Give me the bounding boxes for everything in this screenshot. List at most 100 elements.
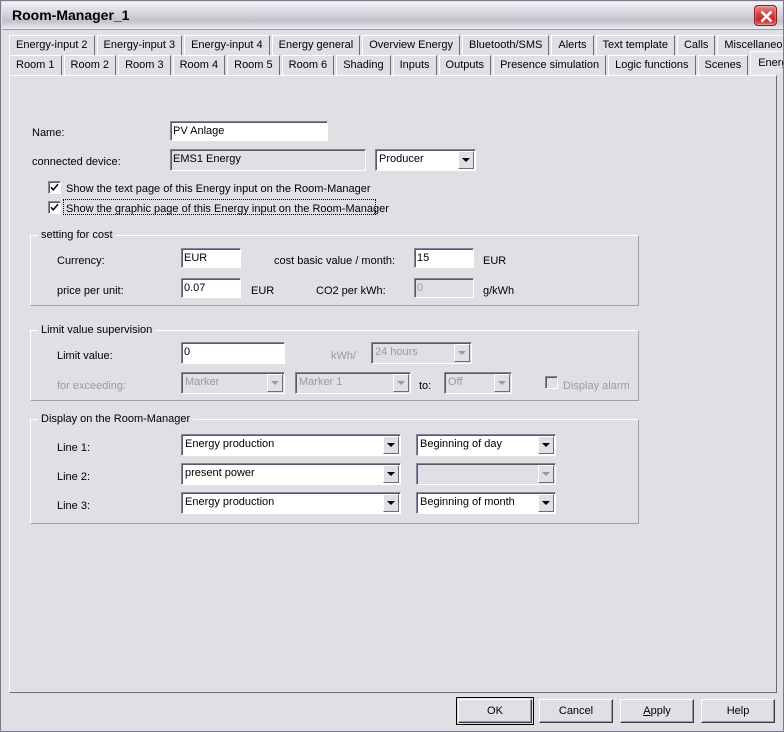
- group-limit-value-supervision-title: Limit value supervision: [38, 324, 156, 337]
- checkbox-show-graphic-page[interactable]: [48, 201, 61, 214]
- limit-period-dropdown: 24 hours: [371, 342, 472, 364]
- exceeding-target-value: Marker: [185, 376, 220, 388]
- cost-basic-value-unit: EUR: [483, 255, 507, 267]
- tab-overview-energy[interactable]: Overview Energy: [362, 35, 461, 55]
- tab-inputs[interactable]: Inputs: [392, 55, 437, 75]
- line-2-period-dropdown: [416, 463, 556, 485]
- price-per-unit-input[interactable]: 0.07: [181, 278, 241, 298]
- line-1-label: Line 1:: [57, 442, 91, 454]
- currency-label: Currency:: [57, 255, 105, 267]
- tab-calls[interactable]: Calls: [676, 35, 716, 55]
- tab-room-4[interactable]: Room 4: [172, 55, 226, 75]
- line-1-source-value: Energy production: [185, 438, 275, 450]
- tab-energy-input-2[interactable]: Energy-input 2: [9, 35, 95, 55]
- tab-room-3[interactable]: Room 3: [118, 55, 171, 75]
- currency-input[interactable]: EUR: [181, 248, 241, 268]
- tab-energy-input-4[interactable]: Energy-input 4: [184, 35, 270, 55]
- name-input[interactable]: PV Anlage: [170, 121, 328, 141]
- chevron-down-icon[interactable]: [538, 436, 554, 454]
- line-1-period-dropdown[interactable]: Beginning of day: [416, 434, 556, 456]
- line-3-source-dropdown[interactable]: Energy production: [181, 492, 401, 514]
- line-2-source-value: present power: [185, 467, 255, 479]
- line-2-source-dropdown[interactable]: present power: [181, 463, 401, 485]
- checkbox-show-text-page[interactable]: [48, 181, 61, 194]
- window-title: Room-Manager_1: [12, 7, 130, 23]
- close-icon[interactable]: [754, 5, 777, 26]
- tab-row-upper: Energy-input 2 Energy-input 3 Energy-inp…: [9, 35, 783, 55]
- chevron-down-icon: [393, 374, 409, 392]
- help-button[interactable]: Help: [701, 699, 775, 723]
- price-per-unit-label: price per unit:: [57, 285, 124, 297]
- checkbox-show-text-page-label[interactable]: Show the text page of this Energy input …: [66, 182, 371, 196]
- chevron-down-icon[interactable]: [458, 151, 474, 169]
- tab-room-5[interactable]: Room 5: [227, 55, 280, 75]
- limit-value-input[interactable]: 0: [181, 342, 285, 364]
- cancel-button[interactable]: Cancel: [539, 699, 613, 723]
- connected-device-label: connected device:: [32, 156, 121, 168]
- checkbox-show-graphic-page-label[interactable]: Show the graphic page of this Energy inp…: [66, 202, 389, 216]
- tab-shading[interactable]: Shading: [336, 55, 391, 75]
- group-display-on-room-manager: Display on the Room-Manager Line 1: Ener…: [30, 413, 639, 524]
- tab-row-lower: Room 1 Room 2 Room 3 Room 4 Room 5 Room …: [9, 51, 783, 75]
- co2-per-kwh-label: CO2 per kWh:: [316, 285, 386, 297]
- checkbox-display-alarm: [545, 376, 558, 389]
- kwh-per-label: kWh/: [331, 350, 357, 362]
- ok-button[interactable]: OK: [456, 697, 534, 725]
- tab-alerts[interactable]: Alerts: [551, 35, 594, 55]
- tab-energy-input-3[interactable]: Energy-input 3: [96, 35, 183, 55]
- group-setting-for-cost: setting for cost Currency: EUR cost basi…: [30, 229, 639, 306]
- to-label: to:: [419, 380, 432, 392]
- exceeding-marker-dropdown: Marker 1: [295, 372, 411, 394]
- line-3-period-dropdown[interactable]: Beginning of month: [416, 492, 556, 514]
- tab-scenes[interactable]: Scenes: [697, 55, 749, 75]
- tab-room-6[interactable]: Room 6: [281, 55, 335, 75]
- device-type-value: Producer: [379, 153, 424, 165]
- price-per-unit-unit: EUR: [251, 285, 275, 297]
- tab-presence-simulation[interactable]: Presence simulation: [493, 55, 607, 75]
- chevron-down-icon: [454, 344, 470, 362]
- line-3-label: Line 3:: [57, 500, 91, 512]
- group-limit-value-supervision: Limit value supervision Limit value: 0 k…: [30, 324, 639, 401]
- dialog-window: Room-Manager_1 Energy-input 2 Energy-inp…: [0, 0, 784, 732]
- chevron-down-icon: [538, 465, 554, 483]
- co2-per-kwh-unit: g/kWh: [483, 285, 515, 297]
- chevron-down-icon[interactable]: [383, 465, 399, 483]
- tab-bluetooth-sms[interactable]: Bluetooth/SMS: [462, 35, 550, 55]
- tab-outputs[interactable]: Outputs: [438, 55, 492, 75]
- line-1-source-dropdown[interactable]: Energy production: [181, 434, 401, 456]
- line-1-period-value: Beginning of day: [420, 438, 502, 450]
- cost-basic-value-input[interactable]: 15: [414, 248, 474, 268]
- to-state-dropdown: Off: [444, 372, 512, 394]
- line-2-label: Line 2:: [57, 471, 91, 483]
- device-type-dropdown[interactable]: Producer: [375, 149, 476, 171]
- group-setting-for-cost-title: setting for cost: [38, 229, 116, 242]
- for-exceeding-label: for exceeding:: [57, 380, 127, 392]
- line-3-period-value: Beginning of month: [420, 496, 515, 508]
- to-state-value: Off: [448, 376, 463, 388]
- chevron-down-icon: [267, 374, 283, 392]
- tab-energy-general[interactable]: Energy general: [271, 35, 361, 55]
- tab-logic-functions[interactable]: Logic functions: [608, 55, 696, 75]
- chevron-down-icon[interactable]: [383, 436, 399, 454]
- chevron-down-icon[interactable]: [383, 494, 399, 512]
- apply-accel-char: A: [643, 705, 651, 717]
- tab-panel: Name: PV Anlage connected device: EMS1 E…: [9, 75, 777, 693]
- cost-basic-value-label: cost basic value / month:: [274, 255, 396, 267]
- limit-value-label: Limit value:: [57, 350, 113, 362]
- apply-button-label: Apply: [643, 705, 671, 717]
- exceeding-marker-value: Marker 1: [299, 376, 343, 388]
- name-label: Name:: [32, 127, 65, 139]
- tab-room-2[interactable]: Room 2: [63, 55, 117, 75]
- group-display-on-room-manager-title: Display on the Room-Manager: [38, 413, 194, 426]
- chevron-down-icon[interactable]: [538, 494, 554, 512]
- tab-text-template[interactable]: Text template: [595, 35, 675, 55]
- exceeding-target-dropdown: Marker: [181, 372, 285, 394]
- tab-room-1[interactable]: Room 1: [9, 55, 62, 75]
- title-bar: Room-Manager_1: [2, 2, 783, 30]
- tab-control: Energy-input 2 Energy-input 3 Energy-inp…: [9, 35, 783, 693]
- tab-energy-input-1[interactable]: Energy-input 1: [750, 51, 783, 75]
- co2-per-kwh-input: 0: [414, 278, 474, 298]
- apply-button[interactable]: Apply: [620, 699, 694, 723]
- chevron-down-icon: [494, 374, 510, 392]
- checkbox-display-alarm-label: Display alarm: [563, 380, 630, 392]
